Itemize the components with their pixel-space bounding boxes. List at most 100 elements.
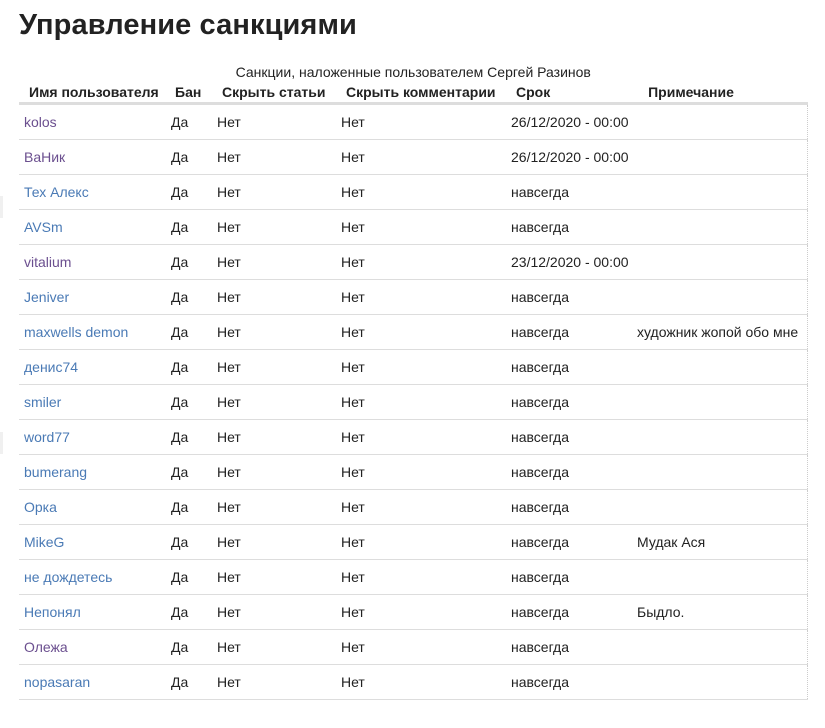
cell-note — [635, 489, 808, 525]
cell-ban: Да — [169, 489, 215, 525]
table-row: ВаНик Да Нет Нет 26/12/2020 - 00:00 — [19, 139, 808, 175]
table-row: не дождетесь Да Нет Нет навсегда — [19, 559, 808, 595]
user-profile-link[interactable]: MikeG — [24, 534, 64, 550]
cell-note — [635, 209, 808, 245]
cell-hide-comments: Нет — [339, 419, 509, 455]
user-profile-link[interactable]: nopasaran — [24, 674, 90, 690]
user-profile-link[interactable]: kolos — [24, 114, 57, 130]
left-edge-mark — [0, 432, 3, 454]
cell-note — [635, 279, 808, 315]
cell-username: Непонял — [19, 594, 169, 630]
table-row: AVSm Да Нет Нет навсегда — [19, 209, 808, 245]
cell-term: навсегда — [509, 629, 635, 665]
cell-username: AVSm — [19, 209, 169, 245]
cell-username: bumerang — [19, 454, 169, 490]
left-edge-mark — [0, 196, 3, 218]
header-hide-posts: Скрыть статьи — [215, 81, 339, 105]
cell-note — [635, 454, 808, 490]
cell-hide-comments: Нет — [339, 664, 509, 700]
user-profile-link[interactable]: Орка — [24, 499, 57, 515]
cell-term: навсегда — [509, 209, 635, 245]
cell-term: навсегда — [509, 594, 635, 630]
user-profile-link[interactable]: smiler — [24, 394, 61, 410]
cell-hide-comments: Нет — [339, 524, 509, 560]
table-row: Непонял Да Нет Нет навсегда Быдло. — [19, 594, 808, 630]
cell-ban: Да — [169, 103, 215, 140]
user-profile-link[interactable]: не дождетесь — [24, 569, 112, 585]
table-row: Орка Да Нет Нет навсегда — [19, 489, 808, 525]
cell-term: навсегда — [509, 489, 635, 525]
cell-ban: Да — [169, 419, 215, 455]
table-row: Тех Алекс Да Нет Нет навсегда — [19, 174, 808, 210]
cell-ban: Да — [169, 244, 215, 280]
cell-username: Jeniver — [19, 279, 169, 315]
cell-hide-posts: Нет — [215, 103, 339, 140]
table-header-row: Имя пользователя Бан Скрыть статьи Скрыт… — [19, 81, 807, 105]
cell-username: Орка — [19, 489, 169, 525]
table-row: Олежа Да Нет Нет навсегда — [19, 629, 808, 665]
header-term: Срок — [509, 81, 635, 105]
cell-hide-posts: Нет — [215, 524, 339, 560]
table-row: maxwells demon Да Нет Нет навсегда художник ж… — [19, 314, 808, 350]
cell-ban: Да — [169, 139, 215, 175]
sanctions-table: Санкции, наложенные пользователем Сергей… — [19, 64, 808, 700]
header-username: Имя пользователя — [19, 81, 169, 105]
cell-username: денис74 — [19, 349, 169, 385]
cell-term: навсегда — [509, 279, 635, 315]
user-profile-link[interactable]: word77 — [24, 429, 70, 445]
table-row: MikeG Да Нет Нет навсегда Мудак Ася — [19, 524, 808, 560]
cell-term: навсегда — [509, 524, 635, 560]
cell-hide-posts: Нет — [215, 664, 339, 700]
cell-note — [635, 419, 808, 455]
cell-hide-posts: Нет — [215, 349, 339, 385]
cell-ban: Да — [169, 384, 215, 420]
cell-note — [635, 244, 808, 280]
cell-term: навсегда — [509, 454, 635, 490]
cell-term: навсегда — [509, 384, 635, 420]
cell-hide-posts: Нет — [215, 594, 339, 630]
cell-hide-posts: Нет — [215, 174, 339, 210]
user-profile-link[interactable]: Тех Алекс — [24, 184, 89, 200]
cell-hide-comments: Нет — [339, 314, 509, 350]
user-profile-link[interactable]: Jeniver — [24, 289, 69, 305]
cell-username: Тех Алекс — [19, 174, 169, 210]
cell-ban: Да — [169, 279, 215, 315]
cell-hide-posts: Нет — [215, 384, 339, 420]
cell-ban: Да — [169, 559, 215, 595]
cell-hide-comments: Нет — [339, 349, 509, 385]
user-profile-link[interactable]: maxwells demon — [24, 324, 128, 340]
cell-note — [635, 174, 808, 210]
cell-term: навсегда — [509, 174, 635, 210]
cell-ban: Да — [169, 594, 215, 630]
table-row: smiler Да Нет Нет навсегда — [19, 384, 808, 420]
cell-note: Мудак Ася — [635, 524, 808, 560]
cell-note — [635, 629, 808, 665]
cell-ban: Да — [169, 664, 215, 700]
user-profile-link[interactable]: денис74 — [24, 359, 78, 375]
cell-term: навсегда — [509, 664, 635, 700]
user-profile-link[interactable]: vitalium — [24, 254, 71, 270]
cell-note — [635, 559, 808, 595]
cell-term: навсегда — [509, 349, 635, 385]
user-profile-link[interactable]: AVSm — [24, 219, 63, 235]
cell-note: художник жопой обо мне — [635, 314, 808, 350]
cell-term: навсегда — [509, 559, 635, 595]
table-row: vitalium Да Нет Нет 23/12/2020 - 00:00 — [19, 244, 808, 280]
table-row: Jeniver Да Нет Нет навсегда — [19, 279, 808, 315]
left-edge-marks — [0, 0, 4, 728]
cell-hide-posts: Нет — [215, 489, 339, 525]
table-body: kolos Да Нет Нет 26/12/2020 - 00:00 ВаНик Да Не… — [19, 103, 808, 700]
cell-ban: Да — [169, 314, 215, 350]
user-profile-link[interactable]: Олежа — [24, 639, 68, 655]
user-profile-link[interactable]: Непонял — [24, 604, 81, 620]
cell-username: Олежа — [19, 629, 169, 665]
cell-hide-comments: Нет — [339, 174, 509, 210]
cell-username: nopasaran — [19, 664, 169, 700]
cell-term: 23/12/2020 - 00:00 — [509, 244, 635, 280]
cell-hide-posts: Нет — [215, 454, 339, 490]
user-profile-link[interactable]: bumerang — [24, 464, 87, 480]
table-row: word77 Да Нет Нет навсегда — [19, 419, 808, 455]
cell-hide-comments: Нет — [339, 594, 509, 630]
user-profile-link[interactable]: ВаНик — [24, 149, 65, 165]
cell-ban: Да — [169, 524, 215, 560]
